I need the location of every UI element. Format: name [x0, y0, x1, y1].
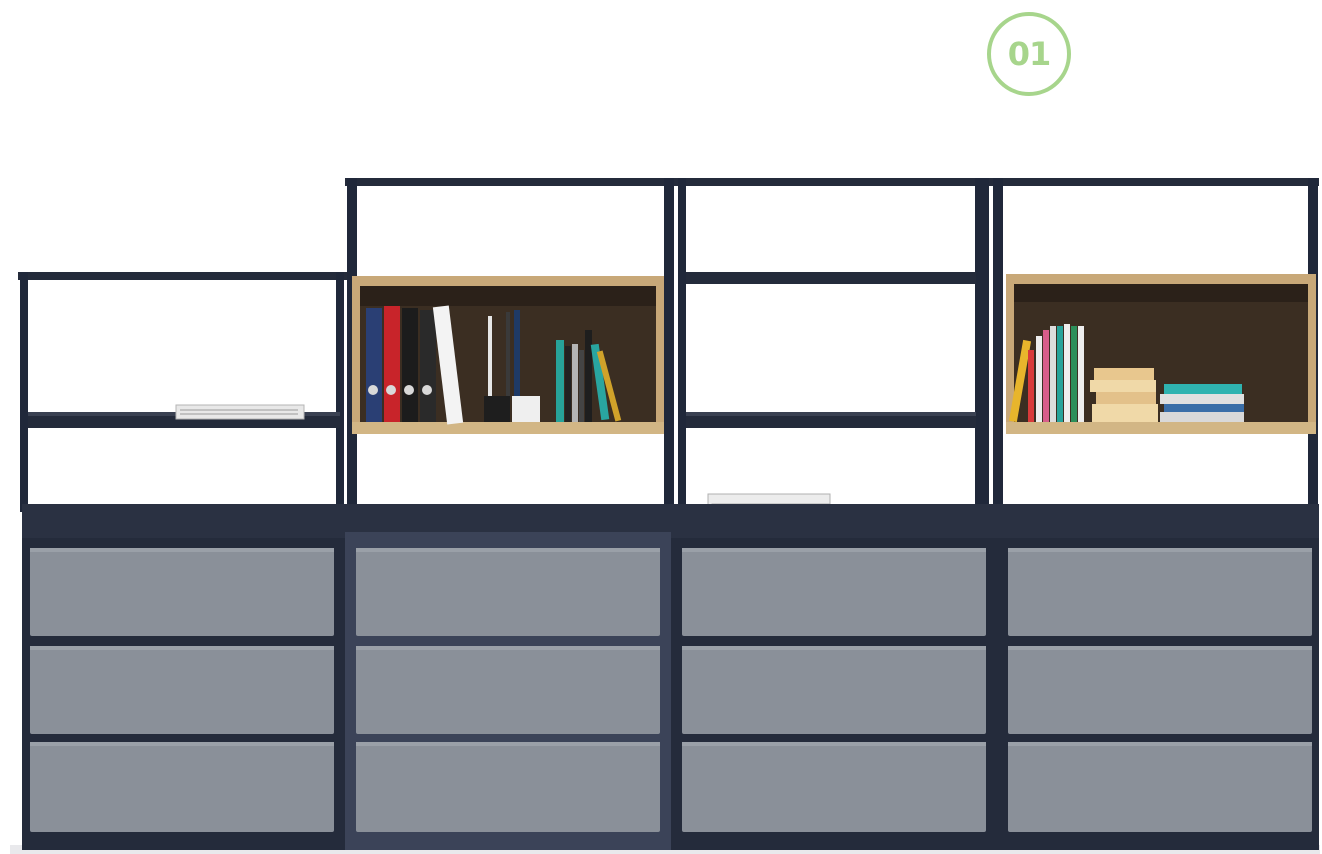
drawer — [356, 742, 660, 832]
drawer — [30, 548, 334, 636]
drawer — [1008, 742, 1312, 832]
notebook-item — [175, 404, 305, 420]
drawer — [30, 646, 334, 734]
drawer — [682, 742, 986, 832]
drawer — [356, 548, 660, 636]
unit-1-frame — [18, 272, 348, 512]
drawer — [30, 742, 334, 832]
drawer — [356, 646, 660, 734]
drawer — [682, 646, 986, 734]
binders — [366, 305, 464, 425]
drawer — [1008, 646, 1312, 734]
shelving-cabinet-illustration — [10, 178, 1320, 854]
drawer — [682, 548, 986, 636]
drawer — [1008, 548, 1312, 636]
